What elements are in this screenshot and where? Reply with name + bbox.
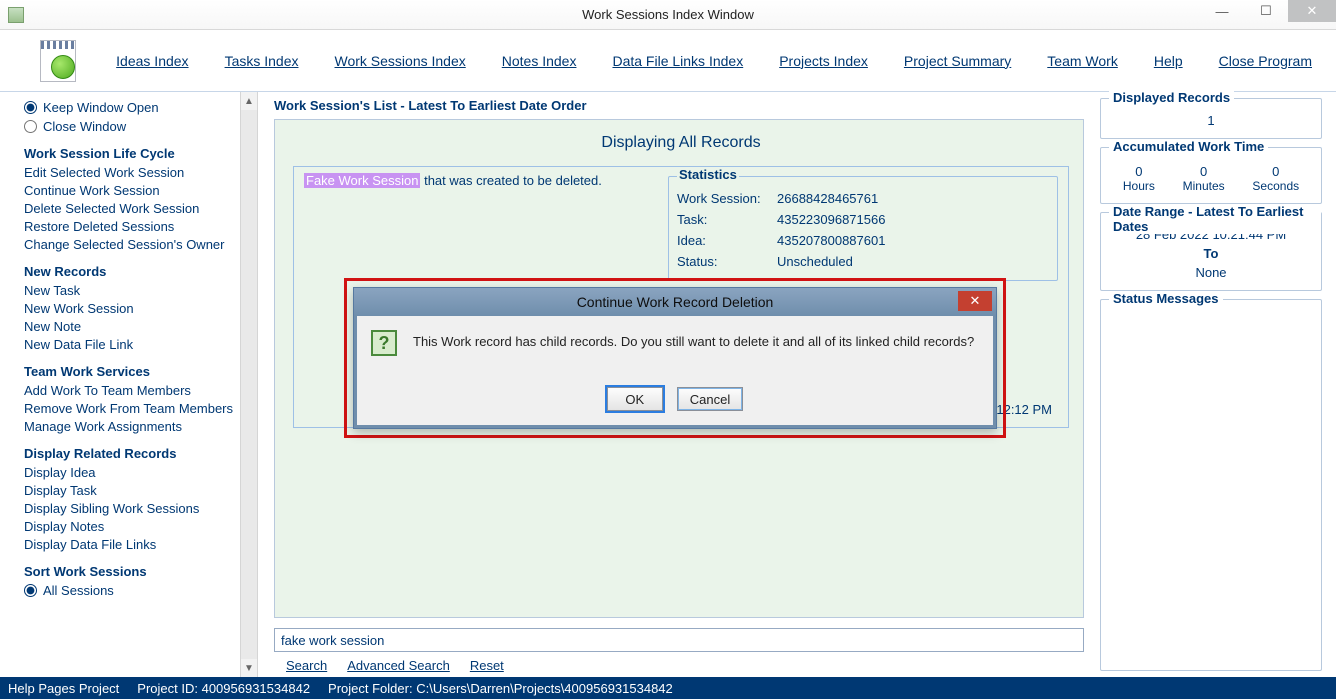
displayed-count: 1 bbox=[1109, 113, 1313, 128]
radio-keep[interactable] bbox=[24, 101, 37, 114]
radio-close-window[interactable]: Close Window bbox=[24, 119, 240, 134]
maximize-button[interactable]: ☐ bbox=[1244, 0, 1288, 22]
footer-project-id: Project ID: 400956931534842 bbox=[137, 681, 310, 696]
panel-status: Status Messages bbox=[1100, 299, 1322, 671]
link-new-task[interactable]: New Task bbox=[24, 283, 240, 298]
list-header: Work Session's List - Latest To Earliest… bbox=[274, 98, 1084, 113]
footer-help: Help Pages Project bbox=[8, 681, 119, 696]
link-display-sibling[interactable]: Display Sibling Work Sessions bbox=[24, 501, 240, 516]
left-sidebar: Keep Window Open Close Window Work Sessi… bbox=[0, 92, 240, 677]
link-new-session[interactable]: New Work Session bbox=[24, 301, 240, 316]
radio-sort-all[interactable] bbox=[24, 584, 37, 597]
scroll-up-icon[interactable]: ▲ bbox=[241, 92, 257, 110]
menu-data-file-links[interactable]: Data File Links Index bbox=[612, 53, 743, 69]
menu-work-sessions-index[interactable]: Work Sessions Index bbox=[335, 53, 466, 69]
link-display-notes[interactable]: Display Notes bbox=[24, 519, 240, 534]
dialog-close-button[interactable]: ✕ bbox=[958, 291, 992, 311]
radio-all-sessions[interactable]: All Sessions bbox=[24, 583, 240, 598]
dialog-body: ? This Work record has child records. Do… bbox=[354, 316, 996, 428]
panel-displayed-records: Displayed Records 1 bbox=[1100, 98, 1322, 139]
menu-project-summary[interactable]: Project Summary bbox=[904, 53, 1011, 69]
record-title: Fake Work Session that was created to be… bbox=[304, 173, 664, 188]
link-continue-session[interactable]: Continue Work Session bbox=[24, 183, 240, 198]
radio-close[interactable] bbox=[24, 120, 37, 133]
main-menu: Ideas Index Tasks Index Work Sessions In… bbox=[116, 53, 1312, 69]
link-delete-selected[interactable]: Delete Selected Work Session bbox=[24, 201, 240, 216]
link-change-owner[interactable]: Change Selected Session's Owner bbox=[24, 237, 240, 252]
link-search[interactable]: Search bbox=[286, 658, 327, 673]
cancel-button[interactable]: Cancel bbox=[677, 387, 743, 411]
link-edit-selected[interactable]: Edit Selected Work Session bbox=[24, 165, 240, 180]
dialog-title: Continue Work Record Deletion bbox=[354, 294, 996, 310]
record-title-rest: that was created to be deleted. bbox=[420, 173, 601, 188]
link-adv-search[interactable]: Advanced Search bbox=[347, 658, 450, 673]
scroll-down-icon[interactable]: ▼ bbox=[241, 659, 257, 677]
link-add-work[interactable]: Add Work To Team Members bbox=[24, 383, 240, 398]
minimize-button[interactable]: — bbox=[1200, 0, 1244, 22]
dialog-titlebar: Continue Work Record Deletion ✕ bbox=[354, 288, 996, 316]
link-remove-work[interactable]: Remove Work From Team Members bbox=[24, 401, 240, 416]
group-sort: Sort Work Sessions bbox=[24, 564, 240, 579]
link-display-dfl[interactable]: Display Data File Links bbox=[24, 537, 240, 552]
window-buttons: — ☐ ✕ bbox=[1200, 0, 1336, 22]
menu-ideas-index[interactable]: Ideas Index bbox=[116, 53, 188, 69]
right-column: Displayed Records 1 Accumulated Work Tim… bbox=[1094, 92, 1336, 677]
dialog-highlight: Continue Work Record Deletion ✕ ? This W… bbox=[344, 278, 1006, 438]
group-life-cycle: Work Session Life Cycle bbox=[24, 146, 240, 161]
confirm-dialog: Continue Work Record Deletion ✕ ? This W… bbox=[353, 287, 997, 429]
group-new-records: New Records bbox=[24, 264, 240, 279]
search-input[interactable] bbox=[274, 628, 1084, 652]
question-icon: ? bbox=[371, 330, 397, 356]
statistics-box: Statistics Work Session:26688428465761 T… bbox=[668, 169, 1058, 281]
top-toolbar: Ideas Index Tasks Index Work Sessions In… bbox=[0, 30, 1336, 92]
link-manage-work[interactable]: Manage Work Assignments bbox=[24, 419, 240, 434]
panel-date-range: Date Range - Latest To Earliest Dates 28… bbox=[1100, 212, 1322, 291]
panel-time: Accumulated Work Time 0Hours 0Minutes 0S… bbox=[1100, 147, 1322, 204]
menu-projects-index[interactable]: Projects Index bbox=[779, 53, 868, 69]
window-title: Work Sessions Index Window bbox=[0, 7, 1336, 22]
footer-folder: Project Folder: C:\Users\Darren\Projects… bbox=[328, 681, 673, 696]
link-new-note[interactable]: New Note bbox=[24, 319, 240, 334]
group-team-work: Team Work Services bbox=[24, 364, 240, 379]
window-titlebar: Work Sessions Index Window — ☐ ✕ bbox=[0, 0, 1336, 30]
menu-team-work[interactable]: Team Work bbox=[1047, 53, 1118, 69]
search-links: Search Advanced Search Reset bbox=[274, 658, 1084, 673]
menu-tasks-index[interactable]: Tasks Index bbox=[225, 53, 299, 69]
status-bar: Help Pages Project Project ID: 400956931… bbox=[0, 677, 1336, 699]
window-close-button[interactable]: ✕ bbox=[1288, 0, 1336, 22]
radio-keep-window-open[interactable]: Keep Window Open bbox=[24, 100, 240, 115]
menu-notes-index[interactable]: Notes Index bbox=[502, 53, 577, 69]
group-display-related: Display Related Records bbox=[24, 446, 240, 461]
sidebar-scrollbar[interactable]: ▲ ▼ bbox=[240, 92, 258, 677]
dialog-message: This Work record has child records. Do y… bbox=[413, 334, 979, 349]
ok-button[interactable]: OK bbox=[607, 387, 663, 411]
link-display-idea[interactable]: Display Idea bbox=[24, 465, 240, 480]
list-subheader: Displaying All Records bbox=[293, 134, 1069, 152]
menu-close-program[interactable]: Close Program bbox=[1219, 53, 1312, 69]
menu-help[interactable]: Help bbox=[1154, 53, 1183, 69]
link-display-task[interactable]: Display Task bbox=[24, 483, 240, 498]
link-restore-deleted[interactable]: Restore Deleted Sessions bbox=[24, 219, 240, 234]
statistics-title: Statistics bbox=[677, 167, 739, 182]
app-logo-icon bbox=[40, 40, 76, 82]
app-icon bbox=[8, 7, 24, 23]
search-row bbox=[274, 628, 1084, 652]
link-new-dfl[interactable]: New Data File Link bbox=[24, 337, 240, 352]
link-reset[interactable]: Reset bbox=[470, 658, 504, 673]
record-title-highlight: Fake Work Session bbox=[304, 173, 420, 188]
dialog-buttons: OK Cancel bbox=[357, 387, 993, 411]
